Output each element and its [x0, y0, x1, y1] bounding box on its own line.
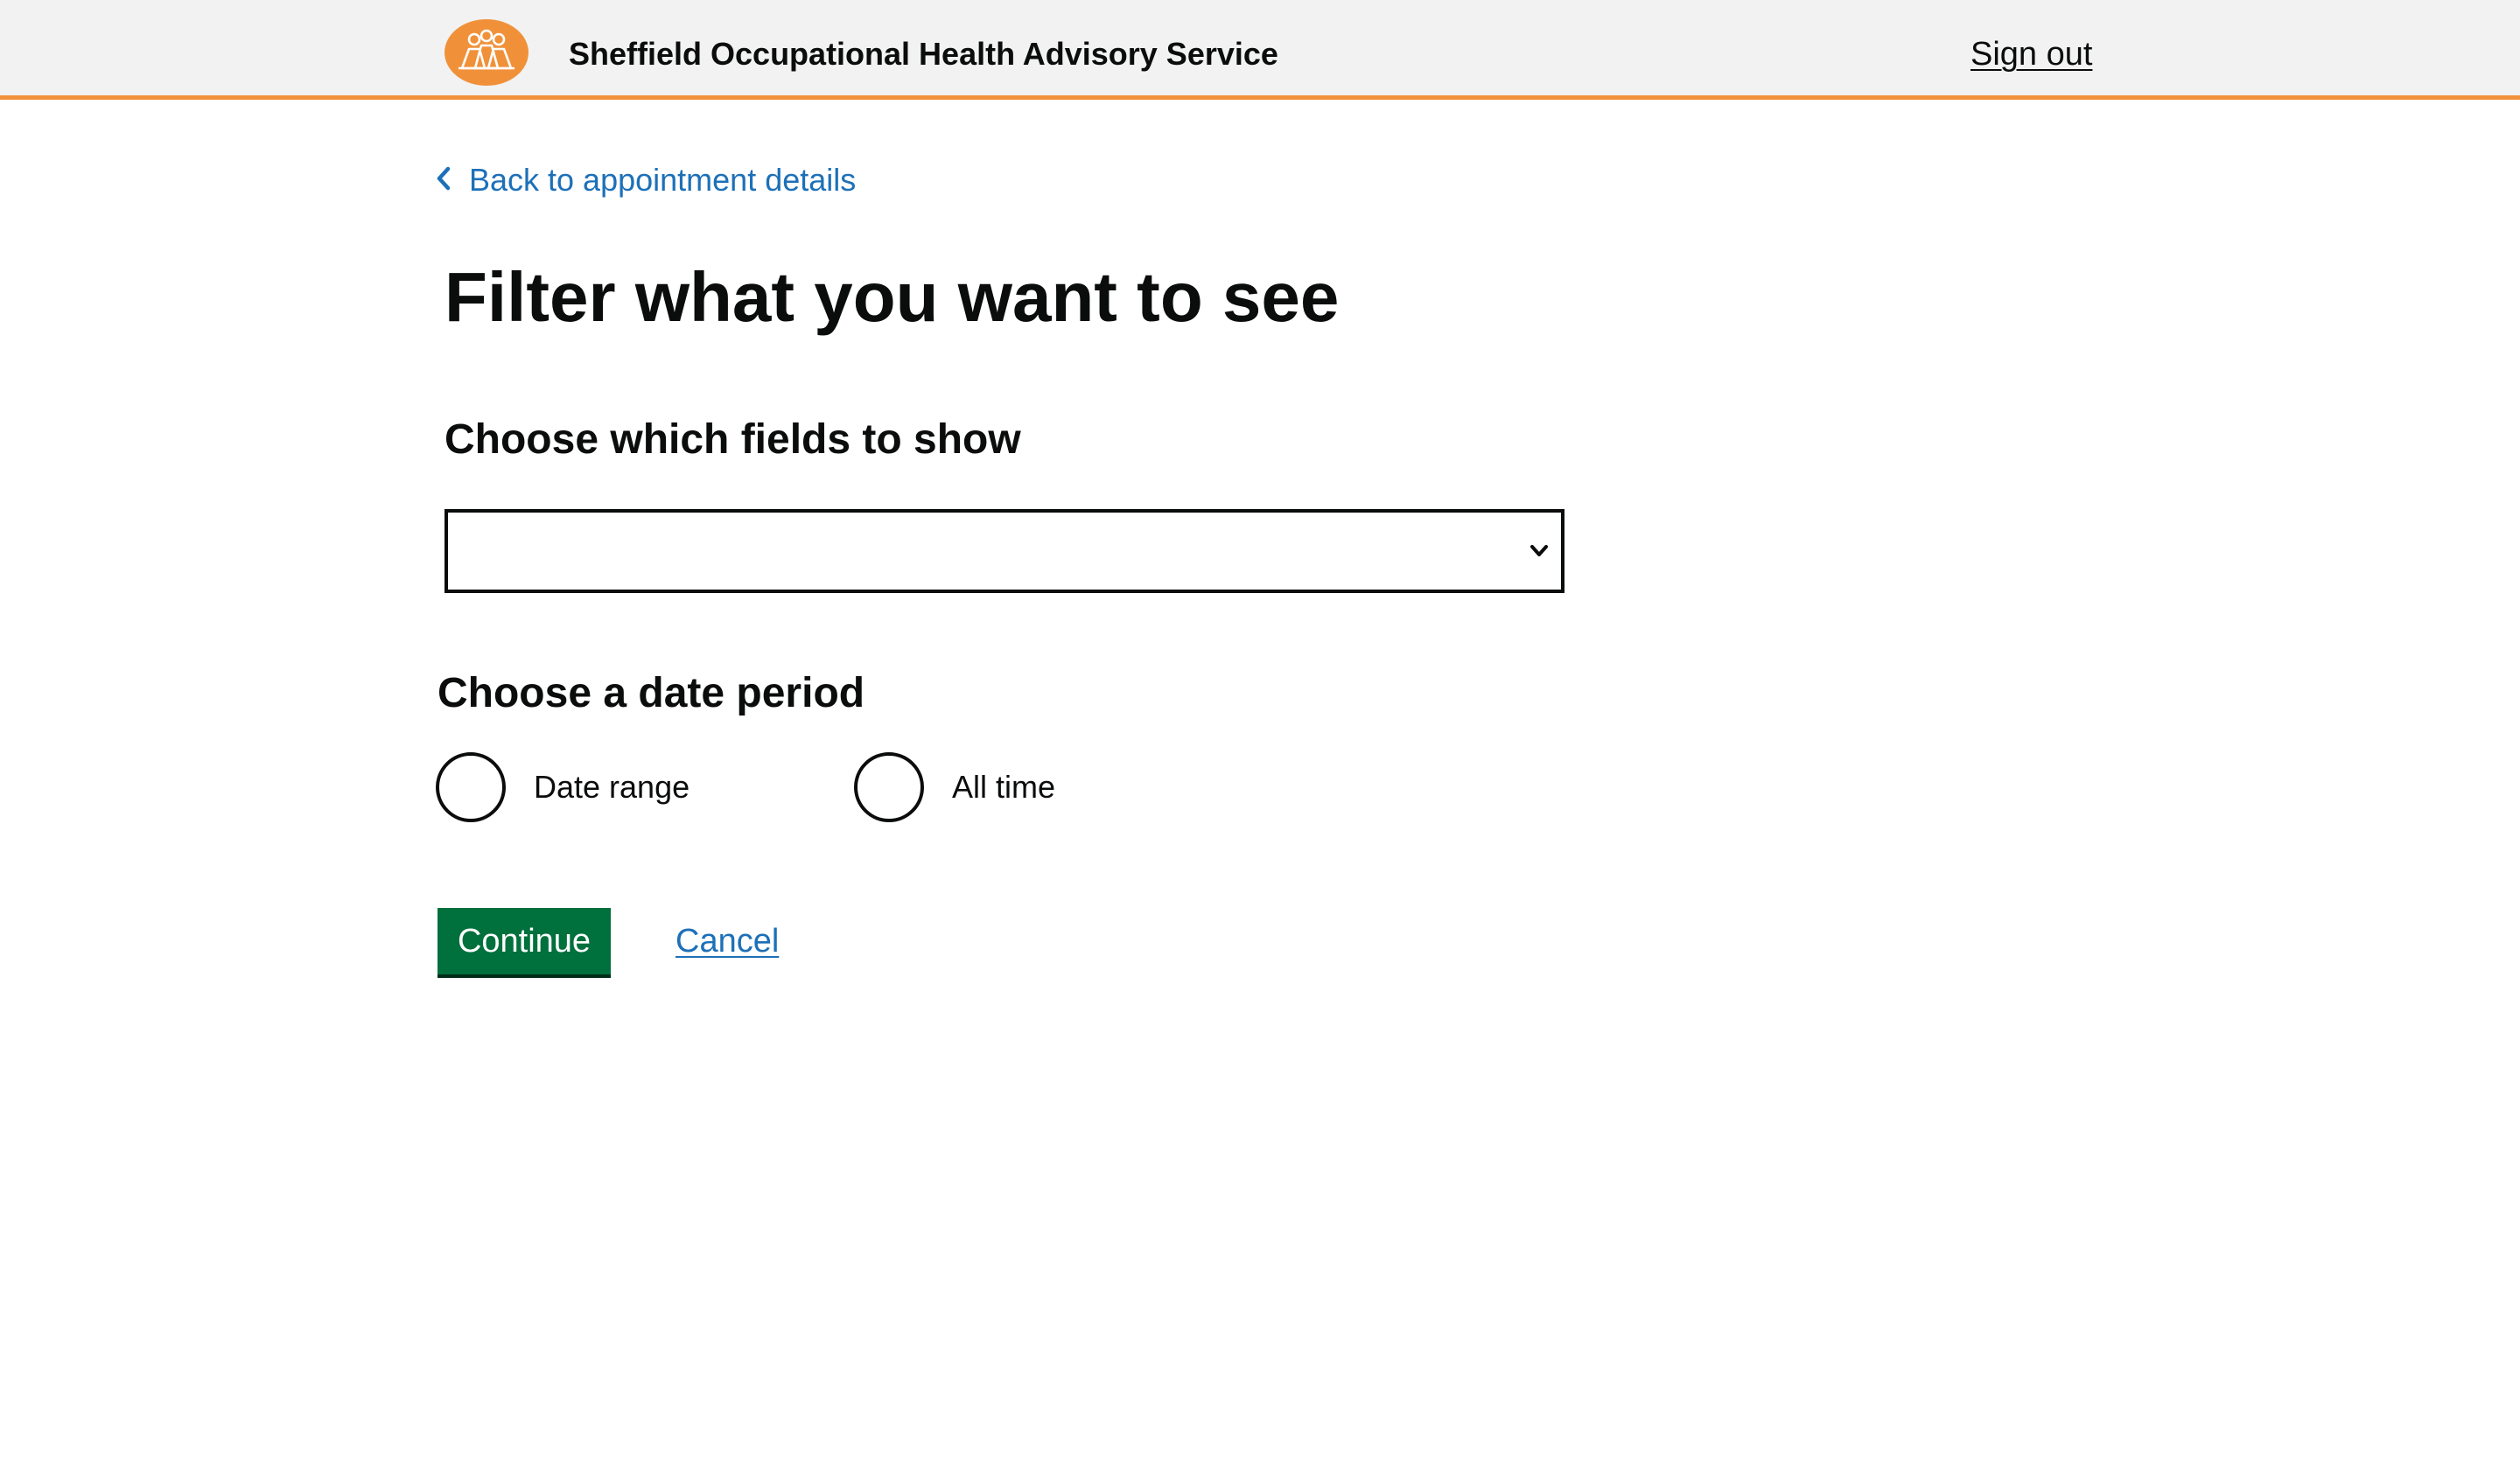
people-group-icon[interactable]: [444, 19, 528, 86]
site-header: Sheffield Occupational Health Advisory S…: [0, 0, 2520, 100]
back-link[interactable]: Back to appointment details: [436, 157, 856, 203]
radio-date-range-circle[interactable]: [436, 752, 506, 822]
back-link-label: Back to appointment details: [469, 162, 857, 198]
sign-out-link[interactable]: Sign out: [1970, 33, 2092, 75]
radio-date-range[interactable]: Date range: [436, 750, 690, 824]
radio-all-time[interactable]: All time: [854, 750, 1055, 824]
fields-select-label: Choose which fields to show: [444, 416, 1021, 463]
radio-all-time-circle[interactable]: [854, 752, 924, 822]
chevron-left-icon: [436, 162, 452, 199]
radio-all-time-label[interactable]: All time: [952, 769, 1055, 806]
radio-date-range-label[interactable]: Date range: [534, 769, 690, 806]
continue-button[interactable]: Continue: [438, 908, 611, 974]
chevron-down-icon: [1530, 544, 1549, 562]
page-title: Filter what you want to see: [444, 258, 1340, 336]
date-period-label: Choose a date period: [438, 670, 865, 716]
cancel-link[interactable]: Cancel: [676, 920, 779, 962]
fields-select[interactable]: [444, 509, 1564, 593]
service-name[interactable]: Sheffield Occupational Health Advisory S…: [569, 33, 1278, 75]
